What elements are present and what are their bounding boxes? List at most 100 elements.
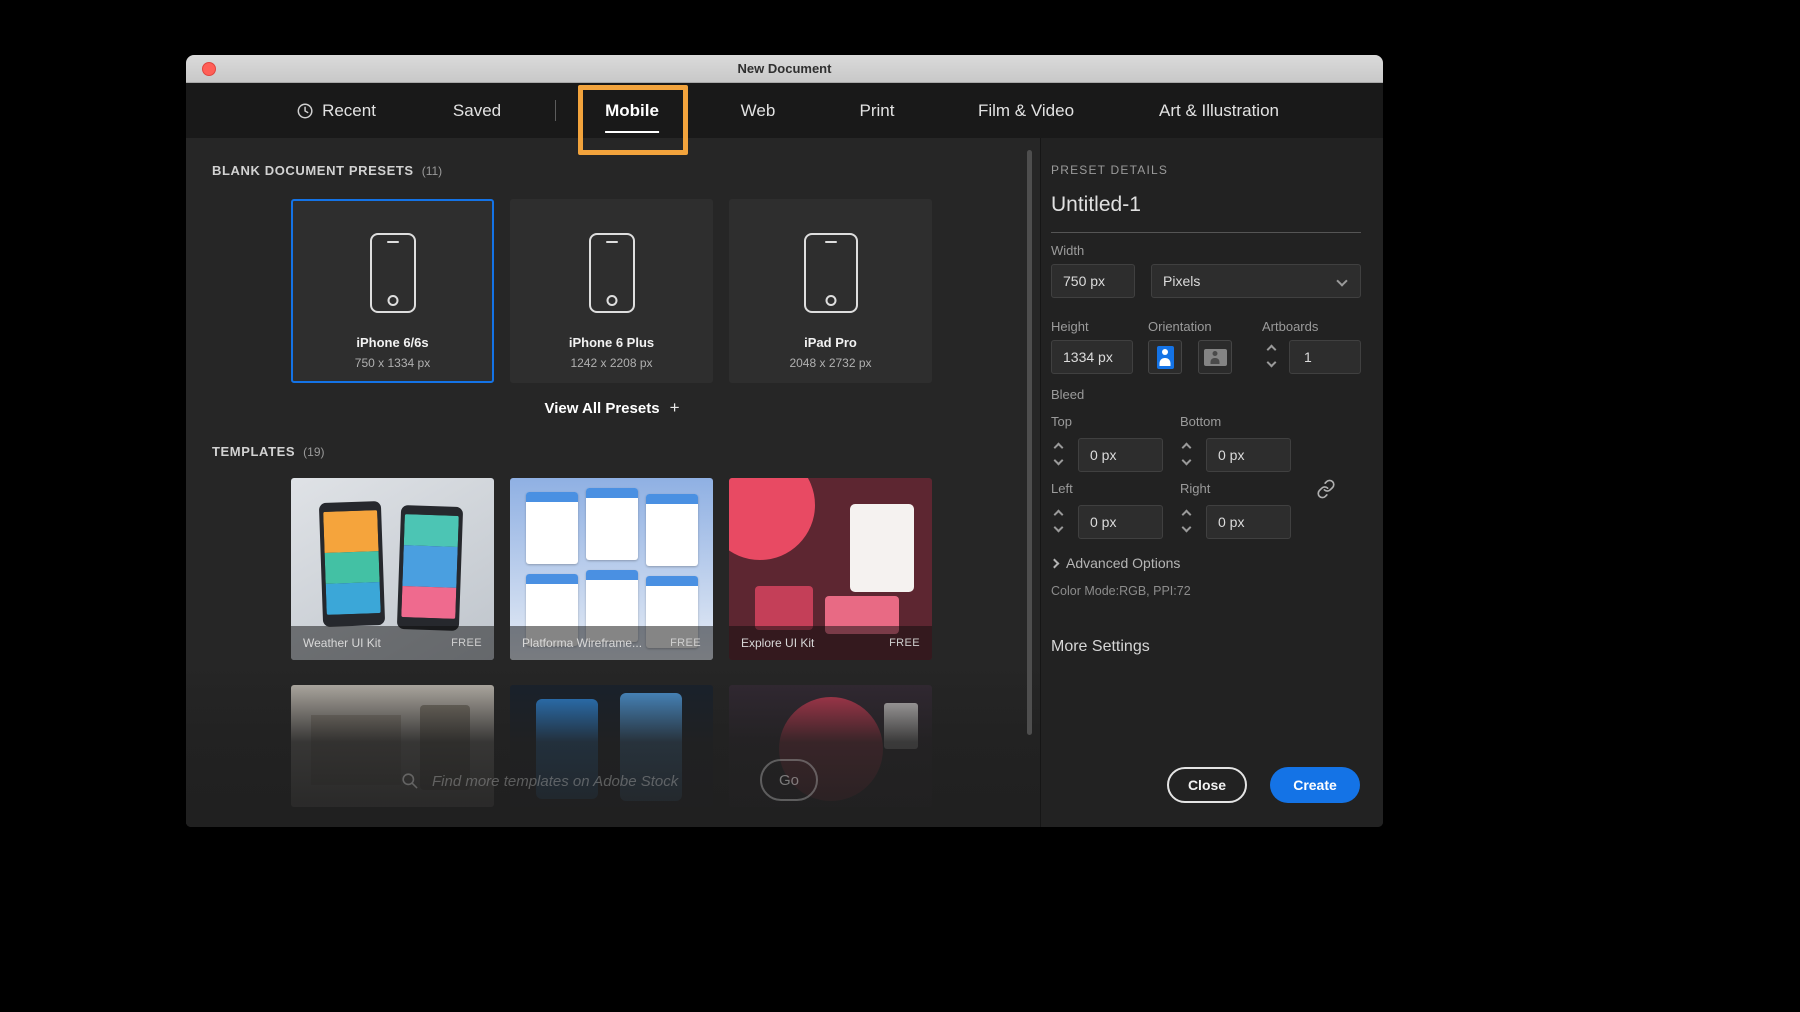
bleed-bottom-input[interactable]: 0 px — [1206, 438, 1291, 472]
preset-details-panel: PRESET DETAILS Untitled-1 Width 750 px P… — [1040, 138, 1383, 827]
view-all-presets-button[interactable]: View All Presets+ — [291, 398, 933, 418]
stock-search-bar: Go — [186, 758, 1040, 804]
chevron-up-icon — [1182, 510, 1192, 520]
template-card-weather-ui-kit[interactable]: Weather UI Kit FREE — [291, 478, 494, 660]
document-name-field[interactable]: Untitled-1 — [1051, 193, 1141, 217]
bleed-top-label: Top — [1051, 414, 1072, 429]
bleed-left-stepper[interactable] — [1055, 511, 1062, 531]
chevron-down-icon — [1336, 275, 1347, 286]
chevron-down-icon — [1054, 523, 1064, 533]
preset-card-iphone-6-6s[interactable]: iPhone 6/6s 750 x 1334 px — [291, 199, 494, 383]
advanced-options-toggle[interactable]: Advanced Options — [1051, 555, 1180, 571]
tab-saved[interactable]: Saved — [453, 83, 501, 138]
artboards-label: Artboards — [1262, 319, 1318, 334]
artboards-stepper[interactable] — [1268, 346, 1275, 366]
thumbnail-art — [319, 501, 385, 627]
bleed-top-stepper[interactable] — [1055, 444, 1062, 464]
preset-dimensions: 2048 x 2732 px — [789, 356, 871, 370]
height-label: Height — [1051, 319, 1089, 334]
preset-card-row: iPhone 6/6s 750 x 1334 px iPhone 6 Plus … — [291, 199, 932, 383]
preset-dimensions: 750 x 1334 px — [355, 356, 430, 370]
width-label: Width — [1051, 243, 1084, 258]
phone-icon — [589, 233, 635, 313]
preset-dimensions: 1242 x 2208 px — [570, 356, 652, 370]
create-button[interactable]: Create — [1270, 767, 1360, 803]
template-name: Platforma Wireframe... — [522, 636, 642, 650]
heading-count: (19) — [303, 445, 324, 459]
bleed-bottom-label: Bottom — [1180, 414, 1221, 429]
template-card-platforma-wireframe[interactable]: Platforma Wireframe... FREE — [510, 478, 713, 660]
bleed-left-input[interactable]: 0 px — [1078, 505, 1163, 539]
template-name: Explore UI Kit — [741, 636, 814, 650]
close-button[interactable]: Close — [1167, 767, 1247, 803]
advanced-options-label: Advanced Options — [1066, 555, 1180, 571]
width-input[interactable]: 750 px — [1051, 264, 1135, 298]
tab-divider — [555, 100, 556, 121]
chevron-down-icon — [1182, 456, 1192, 466]
orientation-landscape-button[interactable] — [1198, 340, 1232, 374]
tab-print[interactable]: Print — [860, 83, 895, 138]
link-icon — [1316, 479, 1336, 499]
close-label: Close — [1188, 777, 1226, 793]
divider — [1051, 232, 1361, 233]
tab-mobile[interactable]: Mobile — [605, 83, 659, 138]
more-settings-link[interactable]: More Settings — [1051, 638, 1150, 656]
bleed-right-input[interactable]: 0 px — [1206, 505, 1291, 539]
preset-card-iphone-6-plus[interactable]: iPhone 6 Plus 1242 x 2208 px — [510, 199, 713, 383]
tab-web[interactable]: Web — [741, 83, 776, 138]
chevron-up-icon — [1182, 443, 1192, 453]
units-value: Pixels — [1163, 273, 1200, 289]
tab-label: Mobile — [605, 101, 659, 121]
chevron-down-icon — [1267, 358, 1277, 368]
chevron-right-icon — [1050, 558, 1060, 568]
chevron-up-icon — [1054, 510, 1064, 520]
template-badge: FREE — [889, 637, 920, 649]
orientation-portrait-button[interactable] — [1148, 340, 1182, 374]
template-badge: FREE — [670, 637, 701, 649]
tab-recent[interactable]: Recent — [296, 83, 376, 138]
thumbnail-art — [397, 505, 463, 631]
tab-label: Film & Video — [978, 101, 1074, 121]
heading-text: TEMPLATES — [212, 444, 295, 459]
preset-card-ipad-pro[interactable]: iPad Pro 2048 x 2732 px — [729, 199, 932, 383]
screen-background: New Document Recent Saved Mobile Web Pri… — [0, 0, 1800, 1012]
tab-label: Print — [860, 101, 895, 121]
artboards-input[interactable]: 1 — [1289, 340, 1361, 374]
tab-label: Recent — [322, 101, 376, 121]
stock-search-input[interactable] — [432, 766, 772, 796]
chevron-up-icon — [1054, 443, 1064, 453]
thumbnail-art — [586, 488, 638, 560]
window-titlebar: New Document — [186, 55, 1383, 83]
window-close-button[interactable] — [202, 62, 216, 76]
template-badge: FREE — [451, 637, 482, 649]
units-dropdown[interactable]: Pixels — [1151, 264, 1361, 298]
tab-art-illustration[interactable]: Art & Illustration — [1159, 83, 1279, 138]
go-label: Go — [779, 772, 799, 789]
template-label-bar: Platforma Wireframe... FREE — [510, 626, 713, 660]
templates-heading: TEMPLATES (19) — [212, 444, 325, 459]
bleed-right-stepper[interactable] — [1183, 511, 1190, 531]
preset-name: iPhone 6/6s — [356, 335, 428, 350]
thumbnail-art — [755, 586, 813, 630]
go-button[interactable]: Go — [760, 759, 818, 801]
color-mode-summary: Color Mode:RGB, PPI:72 — [1051, 584, 1191, 598]
create-label: Create — [1293, 777, 1337, 793]
bleed-bottom-stepper[interactable] — [1183, 444, 1190, 464]
new-document-dialog: New Document Recent Saved Mobile Web Pri… — [186, 55, 1383, 827]
scrollbar[interactable] — [1027, 150, 1032, 735]
tab-label: Saved — [453, 101, 501, 121]
tab-label: Art & Illustration — [1159, 101, 1279, 121]
bleed-top-input[interactable]: 0 px — [1078, 438, 1163, 472]
link-bleed-values-button[interactable] — [1311, 474, 1341, 504]
template-card-explore-ui-kit[interactable]: Explore UI Kit FREE — [729, 478, 932, 660]
landscape-orientation-icon — [1204, 349, 1227, 366]
preset-name: iPad Pro — [804, 335, 857, 350]
blank-presets-heading: BLANK DOCUMENT PRESETS(11) — [212, 163, 442, 178]
preset-details-heading: PRESET DETAILS — [1051, 163, 1168, 177]
thumbnail-art — [646, 494, 698, 566]
window-title: New Document — [738, 61, 832, 76]
tab-film-video[interactable]: Film & Video — [978, 83, 1074, 138]
height-input[interactable]: 1334 px — [1051, 340, 1133, 374]
preset-name: iPhone 6 Plus — [569, 335, 654, 350]
tab-label: Web — [741, 101, 776, 121]
